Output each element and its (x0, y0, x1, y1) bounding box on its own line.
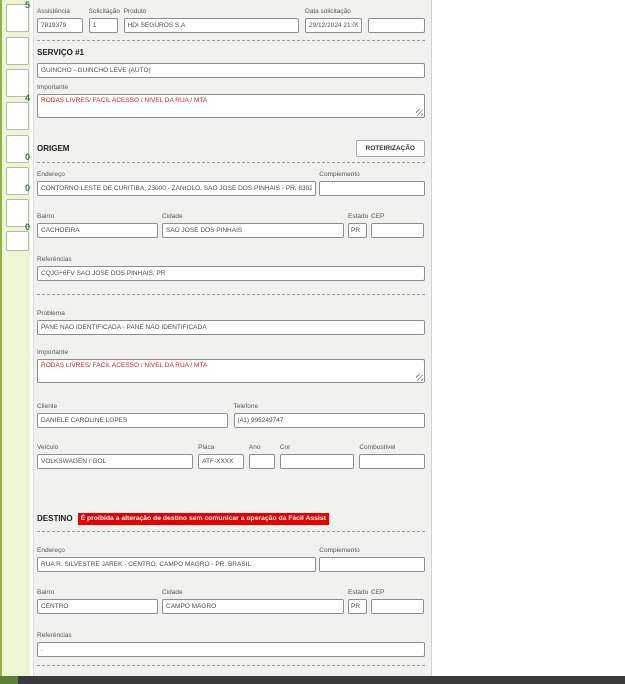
data-solicitacao-input[interactable] (305, 18, 362, 33)
servico-importante-label: Importante (37, 84, 69, 91)
combustivel-label: Combustível (359, 444, 396, 451)
problema-input[interactable] (37, 320, 425, 335)
origem-endereco-row: Endereço Complemento (37, 171, 425, 196)
produto-label: Produto (123, 8, 147, 15)
problema-label: Problema (37, 310, 65, 317)
produto-input[interactable] (123, 18, 300, 33)
servico-heading: SERVIÇO #1 (37, 48, 84, 57)
veiculo-row: Veículo Placa Ano Cor Combustível (37, 444, 425, 469)
destino-heading-row: DESTINO É proibida a alteração de destin… (37, 513, 425, 525)
servico-tipo-input[interactable] (37, 63, 425, 78)
origem-estado-input[interactable] (348, 223, 367, 238)
origem-complemento-label: Complemento (319, 171, 360, 178)
origem-cep-input[interactable] (371, 223, 424, 238)
separator (37, 294, 425, 295)
origem-cidade-input[interactable] (162, 223, 344, 238)
separator (37, 162, 425, 163)
origem-importante-label: Importante (37, 349, 69, 356)
origem-estado-label: Estado (348, 213, 369, 220)
destino-warning-badge: É proibida a alteração de destino sem co… (77, 513, 329, 525)
cor-input[interactable] (279, 454, 355, 469)
destino-estado-label: Estado (348, 589, 369, 596)
origem-referencias-input[interactable] (37, 266, 425, 281)
rail-cell[interactable] (6, 102, 29, 130)
destino-cep-label: CEP (371, 589, 385, 596)
resize-grip-icon[interactable] (416, 109, 423, 116)
origem-cep-label: CEP (371, 213, 385, 220)
data-solicitacao-label: Data solicitação (305, 8, 351, 15)
destino-referencias-input[interactable] (37, 642, 425, 657)
placa-label: Placa (198, 444, 215, 451)
data-extra-label (368, 8, 425, 16)
rail-number: 0 (25, 222, 31, 232)
origem-bairro-input[interactable] (37, 223, 158, 238)
destino-heading: DESTINO (37, 514, 73, 523)
solicitacao-input[interactable] (88, 18, 118, 33)
ano-input[interactable] (248, 454, 275, 469)
destino-complemento-label: Complemento (319, 547, 360, 554)
origem-cidade-label: Cidade (162, 213, 183, 220)
cliente-label: Cliente (37, 403, 58, 410)
destino-cidade-label: Cidade (162, 589, 183, 596)
separator (37, 40, 425, 41)
assistencia-label: Assistência (37, 8, 70, 15)
bottom-bar-green-segment (0, 676, 18, 684)
resize-grip-icon[interactable] (416, 374, 423, 381)
rail-cell[interactable] (6, 37, 29, 65)
cliente-input[interactable] (37, 413, 228, 428)
veiculo-label: Veículo (37, 444, 59, 451)
origem-endereco-input[interactable] (37, 181, 317, 196)
service-form-panel: Assistência Solicitação Produto Data sol… (33, 0, 432, 676)
destino-complemento-input[interactable] (319, 557, 425, 572)
cor-label: Cor (279, 444, 291, 451)
telefone-label: Telefone (233, 403, 259, 410)
rail-number: 5 (25, 0, 31, 10)
separator (37, 665, 425, 666)
origem-complemento-input[interactable] (319, 181, 425, 196)
origem-heading: ORIGEM (37, 143, 70, 153)
placa-input[interactable] (198, 454, 244, 469)
destino-endereco-label: Endereço (37, 547, 65, 554)
assistencia-input[interactable] (37, 18, 83, 33)
rail-number: 0 (25, 152, 31, 162)
horizontal-scrollbar[interactable] (0, 676, 625, 684)
origem-bairro-row: Bairro Cidade Estado CEP (37, 213, 425, 238)
data-extra-input[interactable] (367, 18, 425, 33)
destino-cep-input[interactable] (371, 599, 424, 614)
solicitacao-label: Solicitação (88, 8, 121, 15)
destino-estado-input[interactable] (348, 599, 367, 614)
rail-cell[interactable] (6, 231, 29, 251)
veiculo-input[interactable] (37, 454, 194, 469)
servico-importante-textarea[interactable]: RODAS LIVRES/ FACIL ACESSO / NIVEL DA RU… (37, 94, 425, 118)
header-row: Assistência Solicitação Produto Data sol… (37, 8, 425, 33)
cliente-row: Cliente Telefone (37, 403, 425, 428)
origem-importante-textarea[interactable]: RODAS LIVRES/ FACIL ACESSO / NIVEL DA RU… (37, 359, 425, 383)
destino-bairro-row: Bairro Cidade Estado CEP (37, 589, 425, 614)
origem-referencias-label: Referências (37, 256, 72, 263)
ano-label: Ano (248, 444, 261, 451)
rail-number: 0 (25, 183, 31, 193)
origem-heading-row: ORIGEM ROTEIRIZAÇÃO (37, 140, 425, 157)
separator (37, 531, 425, 532)
combustivel-input[interactable] (359, 454, 425, 469)
rail-number: 4 (25, 93, 31, 103)
destino-endereco-row: Endereço Complemento (37, 547, 425, 572)
origem-endereco-label: Endereço (37, 171, 65, 178)
destino-referencias-label: Referências (37, 632, 72, 639)
destino-endereco-input[interactable] (37, 557, 317, 572)
roteirizacao-button[interactable]: ROTEIRIZAÇÃO (355, 140, 425, 157)
telefone-input[interactable] (233, 413, 425, 428)
destino-bairro-label: Bairro (37, 589, 55, 596)
destino-cidade-input[interactable] (162, 599, 344, 614)
destino-bairro-input[interactable] (37, 599, 158, 614)
origem-bairro-label: Bairro (37, 213, 55, 220)
